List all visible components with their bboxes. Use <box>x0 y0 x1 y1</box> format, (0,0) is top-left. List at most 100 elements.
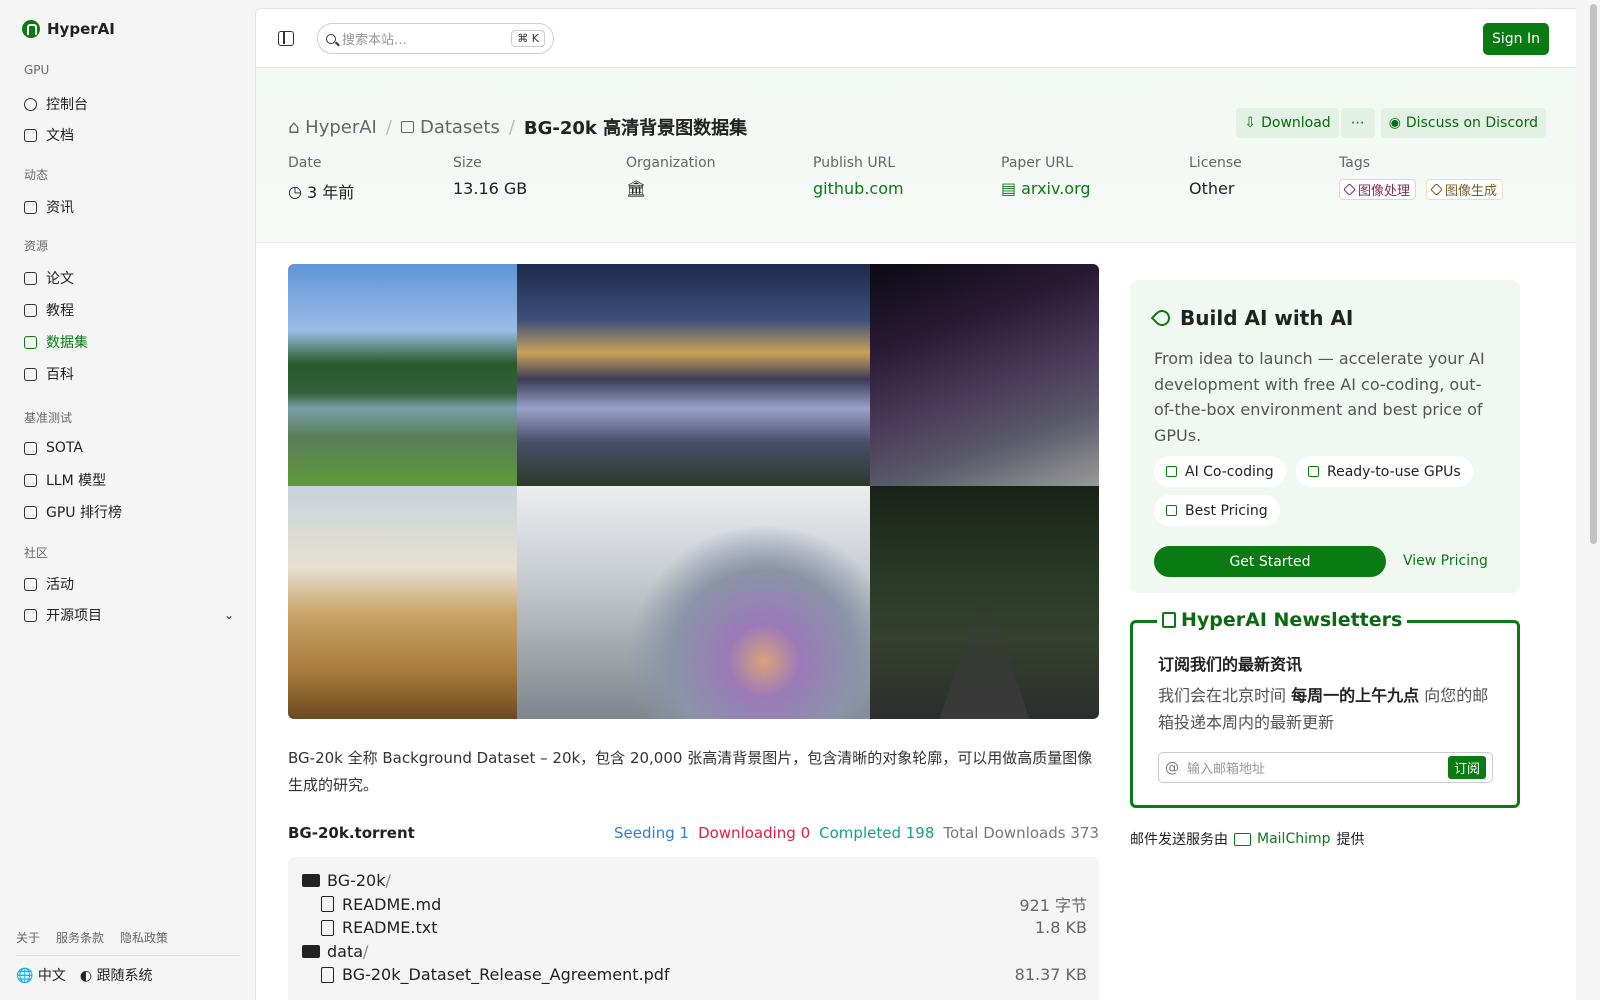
sidebar-item-datasets[interactable]: 数据集 <box>24 330 234 354</box>
footer-settings: 🌐 中文 ◐ 跟随系统 <box>16 965 153 985</box>
page-title: BG-20k 高清背景图数据集 <box>523 118 748 139</box>
sidebar-item-events[interactable]: 活动 <box>24 572 234 596</box>
at-icon: @ <box>1165 759 1179 776</box>
sidebar: HyperAI GPU 控制台 文档 动态 资讯 资源 论文 教程 数据集 百科… <box>0 0 255 1000</box>
footer-links: 关于 服务条款 隐私政策 <box>16 929 168 946</box>
chip-ready-gpus: Ready-to-use GPUs <box>1296 456 1473 487</box>
dataset-description: BG-20k 全称 Background Dataset – 20k，包含 20… <box>288 749 1093 794</box>
page-scrollbar[interactable] <box>1588 0 1600 1000</box>
file-icon <box>321 966 334 983</box>
publish-url-link[interactable]: github.com <box>813 179 904 198</box>
sidebar-item-wiki[interactable]: 百科 <box>24 362 234 386</box>
preview-lake-forest <box>288 264 517 486</box>
newspaper-icon <box>1162 612 1176 628</box>
footer-link-terms[interactable]: 服务条款 <box>56 929 104 946</box>
file-tree-file[interactable]: README.txt 1.8 KB <box>288 916 1099 940</box>
sign-in-button[interactable]: Sign In <box>1483 23 1549 55</box>
sidebar-item-open-source[interactable]: 开源项目 ⌄ <box>24 603 234 627</box>
file-icon <box>321 919 334 936</box>
tag-image-processing[interactable]: 图像处理 <box>1339 179 1417 200</box>
rocket-icon <box>1166 505 1177 516</box>
scrollbar-thumb[interactable] <box>1590 4 1597 544</box>
more-options-button[interactable]: ⋯ <box>1340 108 1375 138</box>
rocket-icon <box>1150 306 1174 330</box>
torrent-stats: Seeding 1 Downloading 0 Completed 198 To… <box>614 824 1099 842</box>
nav-section-dynamics: 动态 <box>24 168 49 182</box>
total-downloads: Total Downloads 373 <box>943 824 1099 842</box>
sidebar-item-docs[interactable]: 文档 <box>24 123 234 147</box>
file-tree-folder[interactable]: data / <box>288 940 1099 964</box>
bar-chart-icon <box>24 441 37 455</box>
sidebar-item-console[interactable]: 控制台 <box>24 92 234 116</box>
meta-publish-url: Publish URL github.com <box>813 155 904 198</box>
folder-icon <box>302 874 320 888</box>
discord-icon: ◉ <box>1388 115 1401 131</box>
newsletter-heading: 订阅我们的最新资讯 <box>1158 655 1303 674</box>
search-input[interactable]: 搜索本站… ⌘ K <box>317 23 554 54</box>
gauge-icon <box>24 97 37 111</box>
view-pricing-link[interactable]: View Pricing <box>1403 553 1488 569</box>
downloading-count: Downloading 0 <box>698 824 811 842</box>
chip-ai-co-coding: AI Co-coding <box>1154 456 1286 487</box>
torrent-name[interactable]: BG-20k.torrent <box>288 824 415 842</box>
paper-url-link[interactable]: ▤ arxiv.org <box>1001 179 1091 198</box>
sidebar-toggle-icon[interactable] <box>278 31 294 46</box>
get-started-button[interactable]: Get Started <box>1154 546 1386 577</box>
mail-icon <box>1234 832 1251 846</box>
newsletter-title: HyperAI Newsletters <box>1157 609 1408 631</box>
sidebar-item-gpu-leaderboard[interactable]: GPU 排行榜 <box>24 500 234 524</box>
breadcrumb-home[interactable]: ⌂ HyperAI <box>288 117 377 138</box>
document-icon: ▤ <box>1001 179 1017 198</box>
file-tree-folder[interactable]: BG-20k / <box>288 869 1099 893</box>
document-icon <box>24 128 37 142</box>
language-switcher[interactable]: 🌐 中文 <box>16 965 66 985</box>
nav-section-benchmarks: 基准测试 <box>24 411 73 425</box>
dataset-preview-image <box>288 264 1099 719</box>
breadcrumb: ⌂ HyperAI / Datasets / BG-20k 高清背景图数据集 <box>288 114 747 140</box>
nav-section-resources: 资源 <box>24 239 49 253</box>
preview-forest-road <box>870 486 1099 719</box>
hyperai-logo-icon <box>22 20 40 38</box>
download-button[interactable]: ⇩ Download <box>1236 108 1339 138</box>
sparkle-icon <box>1166 466 1177 477</box>
sidebar-item-tutorials[interactable]: 教程 <box>24 298 234 322</box>
preview-raindrops-glass <box>517 486 870 719</box>
mail-provider-note: 邮件发送服务由 MailChimp 提供 <box>1130 831 1365 848</box>
mailchimp-link[interactable]: MailChimp <box>1257 831 1331 847</box>
newsletter-text: 我们会在北京时间 每周一的上午九点 向您的邮箱投递本周内的最新更新 <box>1158 686 1489 732</box>
chip-best-pricing: Best Pricing <box>1154 495 1280 526</box>
tag-image-generation[interactable]: 图像生成 <box>1426 179 1504 200</box>
paper-icon <box>24 271 37 285</box>
subscribe-button[interactable]: 订阅 <box>1447 756 1486 779</box>
meta-date: Date ◷ 3 年前 <box>288 155 355 202</box>
sidebar-item-papers[interactable]: 论文 <box>24 266 234 290</box>
footer-link-about[interactable]: 关于 <box>16 929 40 946</box>
server-icon <box>1308 466 1319 477</box>
search-icon <box>326 33 336 44</box>
preview-mountain-clouds <box>517 264 870 486</box>
file-icon <box>321 896 334 913</box>
shortcut-badge: ⌘ K <box>511 30 545 47</box>
database-icon <box>400 121 414 133</box>
breadcrumb-datasets[interactable]: Datasets <box>400 117 500 138</box>
promo-title: Build AI with AI <box>1150 306 1353 330</box>
discord-button[interactable]: ◉ Discuss on Discord <box>1380 108 1546 138</box>
sidebar-item-llm-models[interactable]: LLM 模型 <box>24 468 234 492</box>
sidebar-item-sota[interactable]: SOTA <box>24 436 234 460</box>
theme-switcher[interactable]: ◐ 跟随系统 <box>80 965 153 985</box>
list-icon <box>24 608 37 622</box>
encyclopedia-icon <box>24 367 37 381</box>
file-tree-file[interactable]: README.md 921 字节 <box>288 893 1099 917</box>
meta-tags: Tags 图像处理 图像生成 <box>1339 155 1508 200</box>
email-field[interactable]: @ 输入邮箱地址 订阅 <box>1158 752 1493 783</box>
footer-link-privacy[interactable]: 隐私政策 <box>120 929 168 946</box>
brand-logo[interactable]: HyperAI <box>22 20 115 38</box>
chip-icon <box>24 473 37 487</box>
tag-icon <box>1430 183 1443 196</box>
file-tree-file[interactable]: BG-20k_Dataset_Release_Agreement.pdf 81.3… <box>288 963 1099 987</box>
book-icon <box>24 303 37 317</box>
newsletter-card: HyperAI Newsletters 订阅我们的最新资讯 我们会在北京时间 每… <box>1130 609 1520 808</box>
clock-icon: ◷ <box>288 181 302 201</box>
sidebar-item-news[interactable]: 资讯 <box>24 195 234 219</box>
main-content: 搜索本站… ⌘ K Sign In ⌂ HyperAI / Datasets / … <box>255 8 1576 1000</box>
